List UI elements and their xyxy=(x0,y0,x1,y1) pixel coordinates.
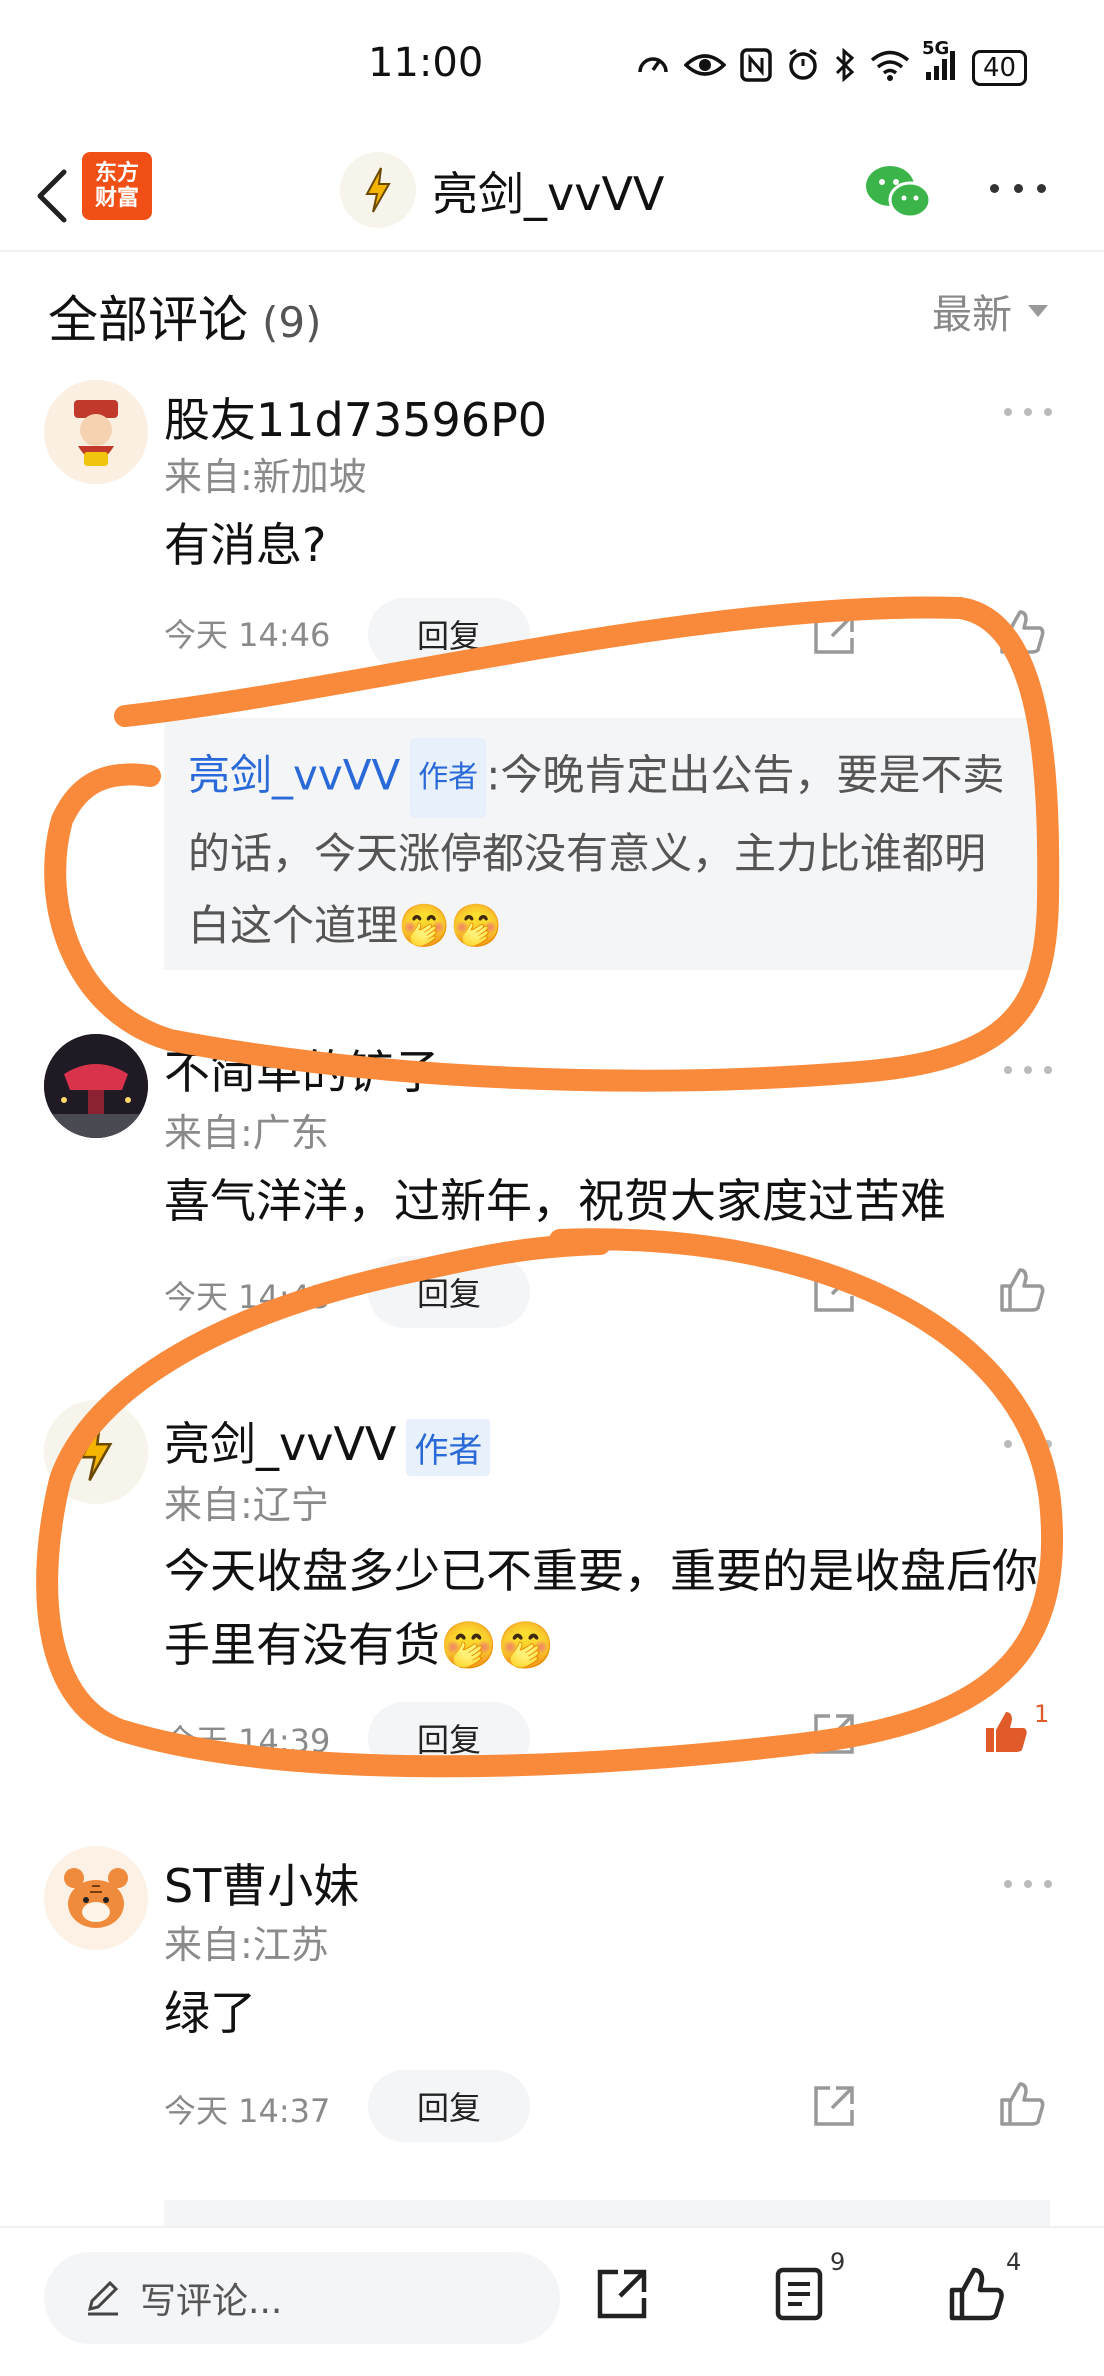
wifi-icon xyxy=(870,49,910,87)
reply-button[interactable]: 回复 xyxy=(368,1256,530,1328)
logo-line2: 财富 xyxy=(94,186,139,211)
status-icons: 5G 40 xyxy=(636,40,1028,92)
avatar[interactable] xyxy=(44,1846,148,1950)
fortune-god-avatar-icon xyxy=(44,380,148,484)
reply-button[interactable]: 回复 xyxy=(368,598,530,670)
alarm-icon xyxy=(786,48,820,88)
comment-input-placeholder: 写评论... xyxy=(140,2281,283,2322)
sort-label: 最新 xyxy=(932,292,1012,338)
comments-header: 全部评论 (9) 最新 xyxy=(0,270,1104,360)
like-count: 1 xyxy=(1034,1700,1050,1728)
status-bar: 11:00 5G 40 xyxy=(0,0,1104,140)
reply-preview-partial xyxy=(164,2200,1050,2226)
wechat-icon[interactable] xyxy=(864,162,934,222)
lightning-icon xyxy=(365,167,391,213)
caret-down-icon xyxy=(1028,305,1048,317)
share-icon[interactable] xyxy=(592,2264,652,2324)
user-location: 来自:辽宁 xyxy=(164,1483,329,1527)
more-icon[interactable] xyxy=(990,168,1046,208)
nfc-icon xyxy=(740,48,772,88)
reply-button[interactable]: 回复 xyxy=(368,1702,530,1774)
user-name[interactable]: 亮剑_vvVV 作者 xyxy=(164,1408,491,1476)
user-location: 来自:广东 xyxy=(164,1111,329,1155)
author-badge: 作者 xyxy=(406,1419,491,1476)
comment-more-icon[interactable] xyxy=(1004,1062,1052,1078)
share-icon[interactable] xyxy=(808,1266,860,1318)
battery-indicator: 40 xyxy=(972,50,1028,86)
comment-more-icon[interactable] xyxy=(1004,1876,1052,1892)
user-name[interactable]: 不简单的铲子 xyxy=(164,1036,440,1102)
author-avatar[interactable] xyxy=(340,152,416,228)
share-icon[interactable] xyxy=(808,2080,860,2132)
comment-time: 今天 14:37 xyxy=(164,2092,331,2130)
status-time: 11:00 xyxy=(368,40,484,86)
thumbs-up-icon[interactable] xyxy=(946,2264,1006,2324)
app-logo[interactable]: 东方 财富 xyxy=(82,152,152,220)
comment-time: 今天 14:39 xyxy=(164,1722,331,1760)
avatar[interactable] xyxy=(44,1400,148,1504)
user-location: 来自:江苏 xyxy=(164,1923,329,1967)
network-type: 5G xyxy=(922,38,950,59)
user-name-text: 亮剑_vvVV xyxy=(164,1417,397,1471)
comment-item: 不简单的铲子 来自:广东 喜气洋洋，过新年，祝贺大家度过苦难 今天 14:43 … xyxy=(0,1034,1104,1334)
comment-time: 今天 14:46 xyxy=(164,616,331,654)
night-building-avatar-icon xyxy=(44,1034,148,1138)
comment-more-icon[interactable] xyxy=(1004,404,1052,420)
speedometer-icon xyxy=(636,48,670,88)
logo-line1: 东方 xyxy=(94,160,139,186)
signal-icon: 5G xyxy=(922,40,958,88)
comment-content: 喜气洋洋，过新年，祝贺大家度过苦难 xyxy=(164,1174,946,1228)
comment-content: 有消息? xyxy=(164,518,327,572)
comments-list-icon[interactable] xyxy=(770,2264,830,2324)
thumbs-up-icon[interactable] xyxy=(996,2078,1048,2130)
eye-icon xyxy=(683,50,727,86)
section-title-text: 全部评论 xyxy=(48,291,248,349)
avatar[interactable] xyxy=(44,1034,148,1138)
section-title: 全部评论 (9) xyxy=(48,280,322,352)
page-title: 亮剑_vvVV xyxy=(432,167,665,221)
share-icon[interactable] xyxy=(808,1708,860,1760)
pencil-icon xyxy=(87,2280,119,2316)
thumbs-up-filled-icon[interactable] xyxy=(980,1706,1032,1758)
comment-time: 今天 14:43 xyxy=(164,1278,331,1316)
lightning-icon xyxy=(79,1422,113,1482)
tiger-avatar-icon xyxy=(44,1846,148,1950)
user-name[interactable]: ST曹小妹 xyxy=(164,1850,359,1916)
comment-content: 绿了 xyxy=(164,1986,256,2040)
thumbs-up-icon[interactable] xyxy=(996,1264,1048,1316)
user-name[interactable]: 股友11d73596P0 xyxy=(164,384,547,450)
comment-item: 亮剑_vvVV 作者 来自:辽宁 今天收盘多少已不重要，重要的是收盘后你手里有没有… xyxy=(0,1400,1104,1780)
sort-dropdown[interactable]: 最新 xyxy=(932,282,1048,340)
comment-item: 股友11d73596P0 来自:新加坡 有消息? 今天 14:46 回复 亮剑_… xyxy=(0,370,1104,980)
thumbs-up-icon[interactable] xyxy=(996,606,1048,658)
back-arrow-icon xyxy=(37,169,67,223)
reply-preview[interactable]: 亮剑_vvVV 作者:今晚肯定出公告，要是不卖的话，今天涨停都没有意义，主力比谁都… xyxy=(164,718,1050,970)
author-badge: 作者 xyxy=(410,738,487,818)
avatar[interactable] xyxy=(44,380,148,484)
reply-user-name[interactable]: 亮剑_vvVV xyxy=(188,751,400,800)
comments-count: 9 xyxy=(830,2248,846,2276)
comment-count: (9) xyxy=(262,298,322,347)
comment-item: ST曹小妹 来自:江苏 绿了 今天 14:37 回复 xyxy=(0,1846,1104,2176)
comment-input[interactable]: 写评论... xyxy=(44,2252,560,2344)
comment-content: 今天收盘多少已不重要，重要的是收盘后你手里有没有货🤭🤭 xyxy=(164,1544,1038,1672)
bluetooth-icon xyxy=(834,47,856,88)
comment-more-icon[interactable] xyxy=(1004,1436,1052,1452)
user-location: 来自:新加坡 xyxy=(164,455,367,499)
bottom-bar: 写评论... 9 4 xyxy=(0,2226,1104,2376)
back-button[interactable] xyxy=(22,162,82,230)
nav-bar: 东方 财富 亮剑_vvVV xyxy=(0,140,1104,252)
reply-button[interactable]: 回复 xyxy=(368,2070,530,2142)
likes-count: 4 xyxy=(1006,2248,1022,2276)
share-icon[interactable] xyxy=(808,608,860,660)
